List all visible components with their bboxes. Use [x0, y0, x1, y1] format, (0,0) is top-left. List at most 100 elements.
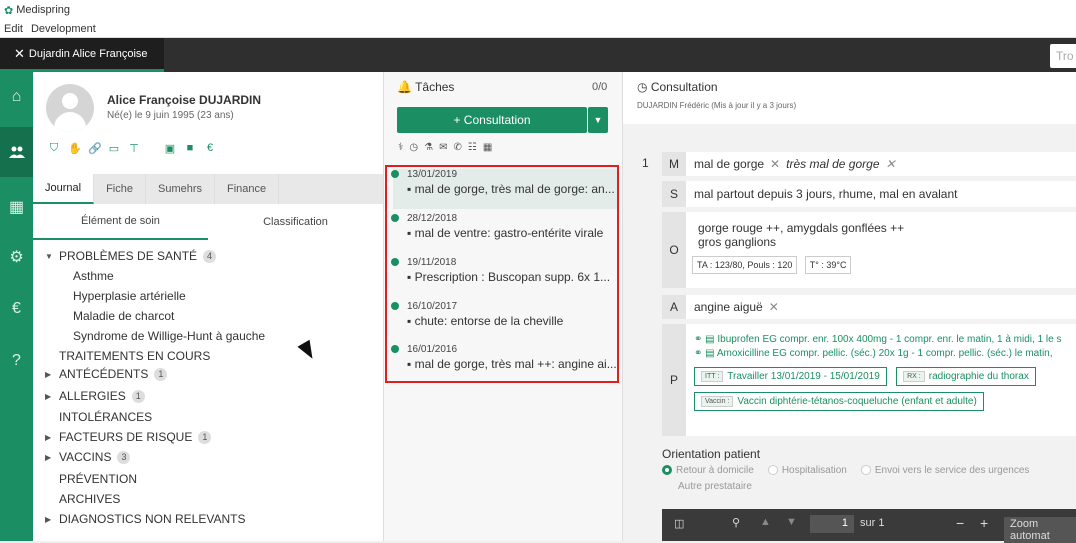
clock-icon[interactable]: ◷ [409, 142, 418, 153]
link-icon[interactable]: 🔗 [88, 142, 102, 155]
tab-journal[interactable]: Journal [33, 174, 95, 204]
subtab-element-de-soin[interactable]: Élément de soin [33, 204, 208, 240]
assessment-field[interactable]: angine aiguë ✕ [686, 295, 1076, 319]
radio-autre[interactable]: Autre prestataire [678, 481, 752, 492]
diagnosis-chip[interactable]: angine aiguë ✕ [694, 300, 779, 314]
euro-icon[interactable]: € [204, 142, 216, 155]
timeline-item[interactable]: 19/11/2018 ▪ Prescription : Buscopan sup… [391, 257, 617, 297]
radio-hospitalisation[interactable]: Hospitalisation [767, 465, 847, 476]
tree-item-hyperplasie[interactable]: Hyperplasie artérielle [73, 286, 186, 306]
close-icon[interactable]: ✕ [14, 46, 25, 62]
subtab-classification[interactable]: Classification [208, 204, 383, 240]
tree-item-syndrome[interactable]: Syndrome de Willige-Hunt à gauche [73, 326, 265, 346]
arrow-down-icon[interactable]: ▼ [786, 516, 797, 528]
timeline-item[interactable]: 16/01/2016 ▪ mal de gorge, très mal ++: … [391, 344, 617, 384]
patient-tab-label: Dujardin Alice Françoise [28, 47, 148, 60]
tree-prevention[interactable]: PRÉVENTION [59, 469, 137, 489]
new-consultation-button[interactable]: + Consultation [397, 107, 587, 133]
tree-facteurs[interactable]: ▶ FACTEURS DE RISQUE 1 [45, 427, 212, 447]
close-icon[interactable]: ✕ [770, 157, 780, 171]
timeline-item[interactable]: 16/10/2017 ▪ chute: entorse de la chevil… [391, 301, 617, 341]
temperature[interactable]: T° : 39°C [804, 256, 852, 274]
tab-sumehrs[interactable]: Sumehrs [146, 174, 216, 204]
radio-urgences[interactable]: Envoi vers le service des urgences [860, 465, 1029, 476]
zoom-out-icon[interactable]: − [956, 515, 964, 531]
vital-signs[interactable]: TA : 123/80, Pouls : 120 [692, 256, 798, 274]
tree-diagnostics[interactable]: ▶ DIAGNOSTICS NON RELEVANTS [45, 509, 245, 529]
clock-icon [391, 170, 399, 178]
radio-retour[interactable]: Retour à domicile [662, 465, 754, 476]
soap-letter-a: A [662, 295, 686, 319]
rx-pill[interactable]: RX : radiographie du thorax [896, 367, 1036, 386]
caret-right-icon: ▶ [45, 514, 52, 524]
flask-icon[interactable]: ⚗ [424, 142, 433, 153]
motive-chip[interactable]: mal de gorge ✕ [694, 157, 780, 171]
home-icon[interactable]: ⌂ [0, 72, 33, 122]
prescription-line[interactable]: ⚭ ▤ Ibuprofen EG compr. enr. 100x 400mg … [694, 334, 1068, 345]
soap-letter-p: P [662, 324, 686, 436]
tab-finance[interactable]: Finance [215, 174, 280, 204]
timeline-item[interactable]: 28/12/2018 ▪ mal de ventre: gastro-entér… [391, 213, 617, 253]
count-badge: 4 [203, 249, 217, 263]
hierarchy-icon[interactable]: ⊤ [128, 142, 140, 155]
help-icon[interactable]: ? [0, 336, 33, 386]
calculator-icon[interactable]: ▣ [164, 142, 176, 155]
subjective-field[interactable]: mal partout depuis 3 jours, rhume, mal e… [686, 181, 1076, 207]
clock-icon [391, 214, 399, 222]
calendar-icon[interactable]: ▦ [483, 142, 492, 153]
document-icon: ▤ [705, 348, 715, 359]
tree-vaccins[interactable]: ▶ VACCINS 3 [45, 447, 131, 467]
menu-development[interactable]: Development [31, 23, 96, 35]
tree-traitements[interactable]: TRAITEMENTS EN COURS [59, 346, 210, 366]
chevron-down-icon[interactable]: ▼ [588, 107, 608, 133]
calendar-icon[interactable]: ▦ [0, 182, 33, 232]
count-badge: 1 [131, 389, 145, 403]
objective-field[interactable]: gorge rouge ++, amygdals gonflées ++ gro… [686, 212, 1076, 288]
book-icon[interactable]: ■ [184, 142, 196, 155]
stethoscope-icon[interactable]: ⚕ [398, 142, 403, 153]
itt-pill[interactable]: ITT : Travailler 13/01/2019 - 15/01/2019 [694, 367, 887, 386]
zoom-select[interactable]: Zoom automat [1004, 517, 1076, 543]
zoom-in-icon[interactable]: + [980, 515, 988, 531]
tree-item-asthme[interactable]: Asthme [73, 266, 114, 286]
pdf-page-input[interactable]: 1 [810, 515, 854, 533]
handshake-icon[interactable]: ✋ [68, 142, 82, 155]
settings-icon[interactable]: ⚙ [0, 232, 33, 282]
tree-problems[interactable]: ▼ PROBLÈMES DE SANTÉ 4 [45, 246, 217, 266]
shield-icon[interactable]: ⛉ [48, 142, 60, 155]
task-filter-icons: ⚕ ◷ ⚗ ✉ ✆ ☷ ▦ [398, 142, 492, 153]
tree-allergies[interactable]: ▶ ALLERGIES 1 [45, 386, 145, 406]
close-icon[interactable]: ✕ [886, 157, 896, 171]
clock-icon [391, 258, 399, 266]
menu-bar: Edit Development [0, 20, 1076, 38]
plan-field[interactable]: ⚭ ▤ Ibuprofen EG compr. enr. 100x 400mg … [686, 324, 1076, 436]
tree-archives[interactable]: ARCHIVES [59, 489, 120, 509]
timeline-item[interactable]: 13/01/2019 ▪ mal de gorge, très mal de g… [391, 169, 617, 209]
sidebar-toggle-icon[interactable]: ◫ [674, 517, 684, 530]
tab-fiche[interactable]: Fiche [94, 174, 146, 204]
menu-edit[interactable]: Edit [4, 23, 23, 35]
folder-icon[interactable]: ▭ [108, 142, 120, 155]
mail-icon[interactable]: ✉ [439, 142, 447, 153]
caret-right-icon: ▶ [45, 369, 52, 379]
objective-line: gros ganglions [698, 235, 777, 249]
clock-icon [391, 302, 399, 310]
tree-antecedents[interactable]: ▶ ANTÉCÉDENTS 1 [45, 364, 168, 384]
search-icon[interactable]: ⚲ [732, 516, 740, 529]
patients-icon[interactable] [0, 127, 33, 177]
tree-intolerances[interactable]: INTOLÉRANCES [59, 407, 152, 427]
tree-item-charcot[interactable]: Maladie de charcot [73, 306, 174, 326]
count-badge: 1 [198, 430, 212, 444]
group-icon[interactable]: ☷ [468, 142, 477, 153]
motive-chip[interactable]: très mal de gorge ✕ [786, 157, 895, 171]
prescription-line[interactable]: ⚭ ▤ Amoxicilline EG compr. pellic. (séc.… [694, 348, 1068, 359]
phone-icon[interactable]: ✆ [454, 142, 462, 153]
count-badge: 3 [117, 450, 131, 464]
vaccine-pill[interactable]: Vaccin : Vaccin diphtérie-tétanos-coquel… [694, 392, 984, 411]
motive-field[interactable]: mal de gorge ✕ très mal de gorge ✕ [686, 152, 1076, 176]
close-icon[interactable]: ✕ [769, 300, 779, 314]
euro-icon[interactable]: € [0, 284, 33, 334]
arrow-up-icon[interactable]: ▲ [760, 516, 771, 528]
global-search-input[interactable]: Tro [1050, 44, 1076, 68]
patient-tab[interactable]: ✕ Dujardin Alice Françoise [0, 38, 164, 72]
